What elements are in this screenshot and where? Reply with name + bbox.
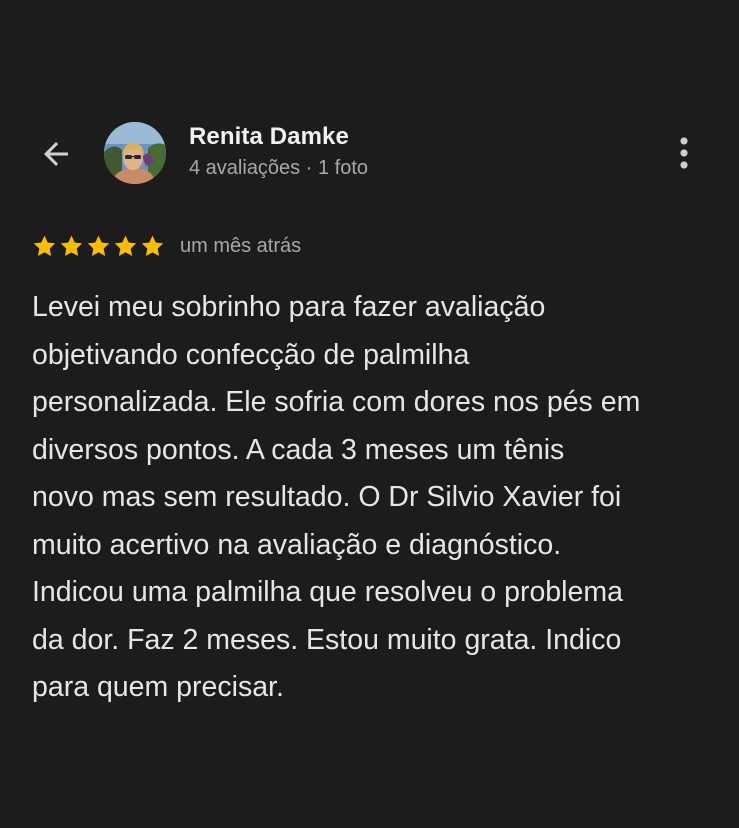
- review-text-line: Levei meu sobrinho para fazer avaliação: [32, 291, 546, 323]
- avatar[interactable]: [104, 122, 166, 184]
- back-button[interactable]: [30, 128, 82, 180]
- review-date: um mês atrás: [180, 234, 302, 257]
- review-text-line: personalizada. Ele sofria com dores nos …: [32, 386, 641, 418]
- arrow-back-icon: [44, 142, 68, 166]
- star-icon: [141, 235, 164, 256]
- star-icon: [33, 235, 56, 256]
- review-text-line: novo mas sem resultado. O Dr Silvio Xavi…: [32, 481, 622, 513]
- more-vertical-icon: [680, 137, 688, 169]
- review-text-line: da dor. Faz 2 meses. Estou muito grata. …: [32, 623, 622, 656]
- review-text: Levei meu sobrinho para fazer avaliação o…: [32, 284, 722, 712]
- star-icon: [87, 235, 110, 256]
- review-text-line: para quem precisar.: [32, 671, 284, 703]
- star-icon: [114, 235, 137, 256]
- author-name[interactable]: Renita Damke: [189, 123, 349, 151]
- review-text-line: diversos pontos. A cada 3 meses um tênis: [32, 433, 565, 466]
- review-screen: Renita Damke 4 avaliações · 1 foto um mê…: [0, 0, 739, 828]
- rating-row: um mês atrás: [32, 232, 301, 260]
- author-stats: 4 avaliações · 1 foto: [189, 157, 368, 179]
- star-icon: [60, 235, 83, 256]
- more-options-button[interactable]: [662, 130, 706, 176]
- review-text-line: Indicou uma palmilha que resolveu o prob…: [32, 576, 623, 608]
- profile-photo: [104, 122, 166, 184]
- review-text-line: muito acertivo na avaliação e diagnóstic…: [32, 528, 562, 561]
- star-rating: [32, 234, 165, 259]
- review-text-line: objetivando confecção de palmilha: [32, 338, 470, 371]
